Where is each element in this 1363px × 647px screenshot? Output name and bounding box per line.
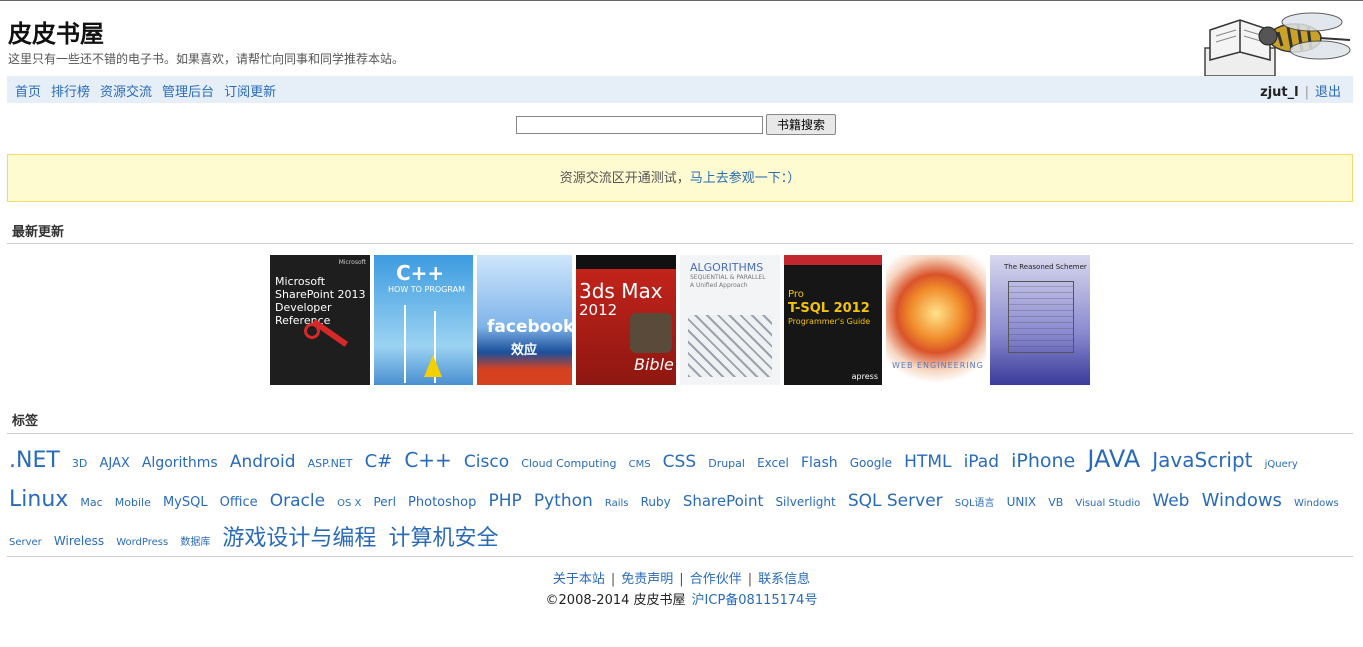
tag-link[interactable]: Visual Studio (1075, 498, 1140, 509)
tag-link[interactable]: OS X (337, 498, 361, 509)
separator: | (747, 572, 753, 587)
tag-link[interactable]: Excel (757, 456, 789, 470)
tag-link[interactable]: JAVA (1087, 445, 1140, 473)
tag-link[interactable]: .NET (9, 448, 60, 473)
footer-links: 关于本站 | 免责声明 | 合作伙伴 | 联系信息 (0, 568, 1363, 587)
tag-link[interactable]: Google (850, 456, 892, 470)
top-border (0, 0, 1363, 1)
nav-links: 首页 排行榜 资源交流 管理后台 订阅更新 (15, 81, 286, 100)
tag-link[interactable]: Drupal (708, 457, 745, 470)
book-cover[interactable]: C++ HOW TO PROGRAM (374, 255, 473, 385)
separator: | (679, 572, 684, 587)
copyright-text: ©2008-2014 皮皮书屋 (545, 593, 686, 608)
tag-link[interactable]: Ruby (641, 495, 671, 509)
tag-link[interactable]: Linux (9, 487, 68, 512)
tag-link[interactable]: Windows (1202, 490, 1282, 511)
separator: | (1304, 85, 1309, 100)
separator: | (610, 572, 616, 587)
tag-link[interactable]: C++ (404, 448, 451, 472)
tag-link[interactable]: iPad (964, 452, 999, 472)
nav-link-ranking[interactable]: 排行榜 (51, 85, 90, 100)
tag-link[interactable]: PHP (488, 491, 521, 511)
logout-link[interactable]: 退出 (1315, 85, 1341, 100)
bee-book-logo-icon (1204, 12, 1351, 76)
tag-link[interactable]: Oracle (270, 491, 325, 511)
tag-link[interactable]: Office (220, 495, 258, 510)
book-cover[interactable]: WEB ENGINEERING (886, 255, 986, 385)
tag-link[interactable]: 数据库 (180, 537, 210, 548)
tag-link[interactable]: Cisco (464, 452, 509, 472)
tag-link[interactable]: Rails (605, 498, 629, 509)
tag-link[interactable]: MySQL (163, 495, 208, 510)
site-title: 皮皮书屋 (8, 20, 104, 48)
tag-link[interactable]: SQL语言 (955, 498, 995, 509)
search-input[interactable] (516, 115, 763, 134)
tag-link[interactable]: Cloud Computing (521, 457, 616, 470)
book-cover[interactable]: The Reasoned Schemer (990, 255, 1090, 385)
user-area: zjut_l | 退出 (1260, 81, 1341, 100)
tag-link[interactable]: Photoshop (408, 495, 476, 510)
tag-link[interactable]: CMS (629, 459, 651, 470)
section-title-tags: 标签 (12, 414, 39, 429)
username: zjut_l (1260, 85, 1299, 100)
tag-link[interactable]: iPhone (1011, 450, 1075, 472)
tag-link[interactable]: SharePoint (683, 492, 764, 510)
book-cover[interactable]: Microsoft Microsoft SharePoint 2013 Develo… (270, 255, 370, 385)
tag-link[interactable]: Algorithms (142, 455, 218, 471)
tag-link[interactable]: SQL Server (848, 491, 943, 511)
divider (7, 556, 1353, 557)
section-title-latest: 最新更新 (12, 225, 65, 240)
tag-link[interactable]: Silverlight (775, 495, 835, 509)
notice-link[interactable]: 马上去参观一下：） (690, 171, 801, 186)
book-cover[interactable]: facebook 效应 (477, 255, 572, 385)
search-form: 书籍搜索 (516, 114, 837, 135)
tag-link[interactable]: Mobile (115, 496, 151, 509)
tag-link[interactable]: WordPress (116, 537, 168, 548)
nav-link-subscribe[interactable]: 订阅更新 (224, 85, 276, 100)
search-button[interactable]: 书籍搜索 (766, 114, 837, 135)
tag-link[interactable]: Python (534, 491, 593, 511)
divider (7, 433, 1353, 434)
nav-link-home[interactable]: 首页 (15, 85, 41, 100)
icp-link[interactable]: 沪ICP备08115174号 (692, 593, 818, 608)
tag-link[interactable]: Perl (373, 495, 395, 509)
tag-link[interactable]: CSS (663, 452, 696, 472)
tag-link[interactable]: JavaScript (1152, 448, 1252, 472)
tag-link[interactable]: Web (1152, 491, 1189, 511)
tag-link[interactable]: jQuery (1265, 459, 1298, 470)
footer-link-contact[interactable]: 联系信息 (758, 572, 810, 587)
tag-link[interactable]: ASP.NET (308, 457, 353, 470)
site-subtitle: 这里只有一些还不错的电子书。如果喜欢，请帮忙向同事和同学推荐本站。 (8, 52, 405, 66)
book-cover[interactable]: 3ds Max 2012 Bible (576, 255, 676, 385)
copyright: ©2008-2014 皮皮书屋 沪ICP备08115174号 (0, 589, 1363, 608)
tag-link[interactable]: AJAX (99, 456, 129, 471)
divider (7, 243, 1353, 244)
book-cover[interactable]: Pro T-SQL 2012 Programmer's Guide apress (784, 255, 882, 385)
tag-link[interactable]: 游戏设计与编程 (222, 526, 376, 551)
tag-link[interactable]: Mac (80, 496, 102, 509)
book-cover[interactable]: ALGORITHMS SEQUENTIAL & PARALLEL A Unifi… (680, 255, 780, 385)
nav-bar: 首页 排行榜 资源交流 管理后台 订阅更新 zjut_l | 退出 (7, 76, 1353, 103)
notice-text: 资源交流区开通测试， (559, 171, 690, 186)
tag-link[interactable]: C# (365, 451, 393, 472)
nav-link-resources[interactable]: 资源交流 (100, 85, 152, 100)
footer-link-partners[interactable]: 合作伙伴 (690, 572, 742, 587)
tag-link[interactable]: Wireless (54, 534, 104, 548)
tag-link[interactable]: Flash (801, 455, 838, 471)
nav-link-admin[interactable]: 管理后台 (162, 85, 214, 100)
tag-link[interactable]: Android (230, 452, 296, 472)
tag-link[interactable]: VB (1048, 496, 1063, 509)
footer-link-disclaimer[interactable]: 免责声明 (621, 572, 673, 587)
footer-link-about[interactable]: 关于本站 (553, 572, 605, 587)
tag-link[interactable]: 3D (72, 457, 87, 470)
tag-cloud: .NET 3D AJAX Algorithms Android ASP.NET … (9, 442, 1349, 560)
tag-link[interactable]: 计算机安全 (389, 526, 499, 551)
notice-banner: 资源交流区开通测试，马上去参观一下：） (7, 154, 1353, 202)
tag-link[interactable]: UNIX (1007, 495, 1037, 509)
tag-link[interactable]: HTML (904, 452, 951, 472)
